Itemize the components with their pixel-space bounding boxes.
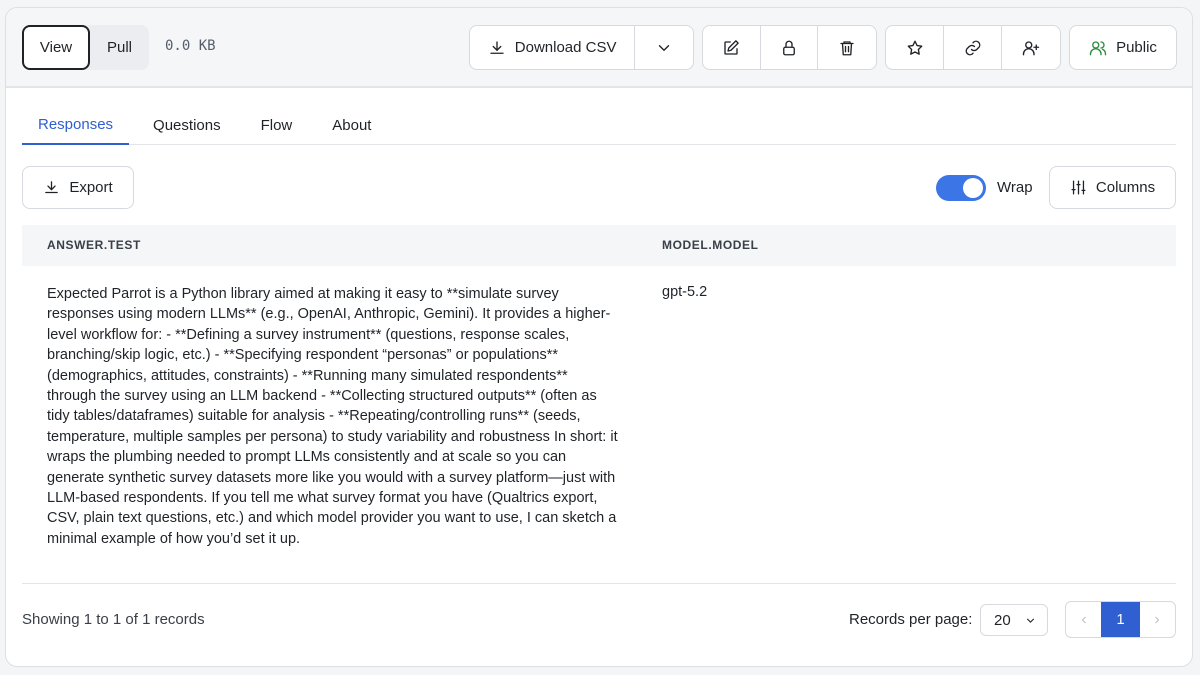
edit-icon	[724, 39, 740, 55]
chevron-down-icon	[658, 44, 670, 51]
columns-button[interactable]: Columns	[1049, 166, 1176, 209]
download-csv-button[interactable]: Download CSV	[470, 26, 636, 69]
users-icon	[1089, 40, 1107, 55]
toolbar: View Pull 0.0 KB Download CSV Public	[6, 8, 1192, 88]
records-per-page-select[interactable]: 20	[980, 604, 1048, 636]
export-label: Export	[69, 179, 113, 196]
answer-cell: Expected Parrot is a Python library aime…	[47, 286, 618, 547]
tab-about[interactable]: About	[316, 105, 387, 145]
toggle-knob	[963, 178, 983, 198]
public-button[interactable]: Public	[1070, 26, 1176, 69]
pull-button[interactable]: Pull	[90, 25, 149, 70]
download-icon	[490, 40, 504, 54]
tab-flow[interactable]: Flow	[245, 105, 309, 145]
share-group	[885, 25, 1061, 70]
columns-label: Columns	[1095, 179, 1156, 196]
edit-group	[702, 25, 877, 70]
next-page-button[interactable]	[1140, 602, 1175, 637]
chevron-left-icon	[1081, 616, 1086, 623]
chevron-down-icon	[1026, 618, 1035, 623]
star-button[interactable]	[886, 26, 944, 69]
prev-page-button[interactable]	[1066, 602, 1101, 637]
edit-button[interactable]	[703, 26, 761, 69]
add-user-button[interactable]	[1002, 26, 1060, 69]
view-pull-toggle: View Pull	[22, 25, 149, 70]
trash-icon	[840, 40, 854, 55]
column-header-answer[interactable]: ANSWER.TEST	[47, 238, 141, 252]
public-label: Public	[1116, 39, 1157, 56]
tab-responses[interactable]: Responses	[22, 105, 130, 145]
wrap-toggle[interactable]	[936, 175, 986, 201]
model-cell: gpt-5.2	[662, 284, 708, 300]
tab-bar: Responses Questions Flow About	[22, 105, 1176, 145]
link-icon	[965, 40, 980, 55]
column-header-model[interactable]: MODEL.MODEL	[662, 238, 759, 252]
copy-link-button[interactable]	[944, 26, 1002, 69]
view-button[interactable]: View	[22, 25, 90, 70]
delete-button[interactable]	[818, 26, 876, 69]
star-icon	[907, 40, 922, 55]
sliders-icon	[1071, 180, 1086, 195]
user-plus-icon	[1022, 40, 1040, 55]
table-header: ANSWER.TEST MODEL.MODEL	[22, 225, 1176, 266]
file-size: 0.0 KB	[165, 38, 216, 54]
page-button-current[interactable]: 1	[1101, 602, 1140, 637]
chevron-right-icon	[1155, 616, 1160, 623]
dataset-panel: View Pull 0.0 KB Download CSV Public Res…	[5, 7, 1193, 667]
export-button[interactable]: Export	[22, 166, 134, 209]
pagination: 1	[1065, 601, 1176, 638]
records-per-page-value: 20	[994, 611, 1011, 629]
lock-icon	[783, 40, 795, 55]
wrap-label: Wrap	[997, 179, 1033, 196]
tab-questions[interactable]: Questions	[137, 105, 237, 145]
download-options-button[interactable]	[635, 26, 693, 69]
download-csv-label: Download CSV	[514, 39, 617, 56]
download-group: Download CSV	[469, 25, 694, 70]
table-row: Expected Parrot is a Python library aime…	[22, 266, 1176, 584]
lock-button[interactable]	[761, 26, 819, 69]
visibility-group: Public	[1069, 25, 1177, 70]
records-summary: Showing 1 to 1 of 1 records	[22, 611, 205, 628]
download-icon	[45, 181, 59, 194]
records-per-page-label: Records per page:	[849, 611, 973, 628]
